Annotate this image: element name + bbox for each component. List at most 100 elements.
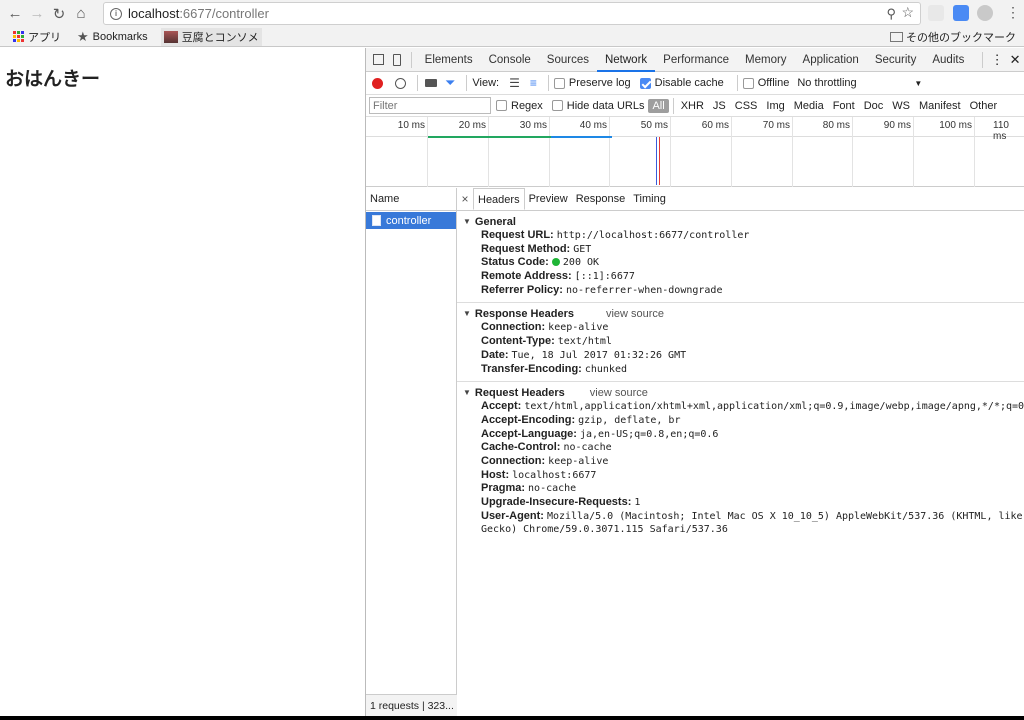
tab-preview[interactable]: Preview [525,188,572,210]
tab-audits[interactable]: Audits [924,48,972,72]
filter-type-css[interactable]: CSS [731,99,762,113]
request-headers-title[interactable]: ▼ Request Headers view source [463,385,1024,400]
header-value: no-referrer-when-downgrade [565,284,723,296]
response-headers-title[interactable]: ▼ Response Headers view source [463,306,1024,321]
close-details-icon[interactable]: × [457,192,473,206]
header-key: Pragma: [481,482,526,495]
zoom-icon[interactable]: ⚲ [886,6,896,22]
timeline-tick: 40 ms [579,120,607,131]
header-row: Remote Address: [::1]:6677 [463,270,1024,284]
header-value: chunked [584,363,627,375]
header-row: Accept-Encoding: gzip, deflate, br [463,414,1024,428]
header-key: Request URL: [481,229,554,241]
header-value: keep-alive [548,455,609,467]
tab-memory[interactable]: Memory [737,48,795,72]
tab-network[interactable]: Network [596,48,656,72]
record-icon[interactable] [372,77,383,89]
offline-label: Offline [757,77,790,89]
tab-response[interactable]: Response [572,188,630,210]
devtools-tabbar: Elements Console Sources Network Perform… [366,48,1024,72]
forward-arrow-icon[interactable]: → [26,3,48,25]
expand-triangle-icon: ▼ [463,217,471,226]
header-row: Pragma: no-cache [463,482,1024,496]
filter-type-manifest[interactable]: Manifest [915,99,965,113]
preserve-log-checkbox[interactable] [553,77,565,89]
timeline-tick: 90 ms [883,120,911,131]
request-headers-section: ▼ Request Headers view source Accept: text/… [457,382,1024,542]
regex-checkbox[interactable] [496,100,507,111]
extension-icon[interactable] [977,5,993,21]
header-value: ja,en-US;q=0.8,en;q=0.6 [579,428,719,440]
clear-icon[interactable] [395,77,406,89]
tab-timing[interactable]: Timing [629,188,670,210]
bookmark-label: Bookmarks [92,30,148,43]
filter-type-img[interactable]: Img [762,99,788,113]
hide-data-urls-checkbox[interactable] [551,100,563,111]
header-row: Host: localhost:6677 [463,469,1024,483]
view-source-link[interactable]: view source [606,308,664,320]
filter-type-media[interactable]: Media [790,99,828,113]
divider [672,97,674,114]
other-bookmarks[interactable]: その他のブックマーク [890,28,1016,46]
browser-toolbar: ← → ↻ ⌂ i localhost:6677/controller ⚲ ☆ … [0,0,1024,27]
home-icon[interactable]: ⌂ [70,3,92,25]
timeline-tick: 10 ms [397,120,425,131]
filter-input[interactable] [369,97,491,114]
device-toolbar-icon[interactable] [388,48,406,72]
bookmarks-bar: アプリ ★ Bookmarks 豆腐とコンソメ その他のブックマーク [0,27,1024,47]
kebab-menu-icon[interactable]: ⋮ [988,48,1006,72]
filter-type-doc[interactable]: Doc [860,99,888,113]
large-rows-icon[interactable]: ☰ [509,76,520,90]
disable-cache-checkbox[interactable] [639,77,651,89]
reload-icon[interactable]: ↻ [48,3,70,25]
back-arrow-icon[interactable]: ← [4,3,26,25]
waterfall-overview-icon[interactable]: ≡ [530,76,537,90]
network-overview-timeline[interactable]: 10 ms 20 ms 30 ms 40 ms 50 ms 60 ms 70 m… [366,117,1024,187]
capture-screenshots-icon[interactable] [425,79,437,87]
extension-icon[interactable] [953,5,969,21]
view-source-link[interactable]: view source [590,387,648,399]
timeline-gridline [488,117,489,187]
extension-icon[interactable] [928,5,944,21]
expand-triangle-icon: ▼ [463,388,471,398]
filter-type-js[interactable]: JS [709,99,730,113]
header-key: Upgrade-Insecure-Requests: [481,496,632,508]
filter-type-xhr[interactable]: XHR [677,99,708,113]
tab-performance[interactable]: Performance [655,48,737,72]
header-key: Accept-Language: [481,427,577,440]
divider [466,75,468,91]
throttling-select[interactable]: No throttling ▼ [797,77,922,89]
filter-type-other[interactable]: Other [966,99,1002,113]
inspect-element-icon[interactable] [370,48,388,72]
tab-headers[interactable]: Headers [473,188,525,210]
document-icon [372,215,381,226]
bookmark-apps[interactable]: アプリ [10,28,64,46]
header-key: Host: [481,468,510,481]
general-section-title[interactable]: ▼ General [463,214,1024,229]
header-row: Accept-Language: ja,en-US;q=0.8,en;q=0.6 [463,428,1024,442]
disable-cache-label: Disable cache [654,77,724,89]
filter-funnel-icon[interactable]: ⏷ [445,75,455,91]
favicon-image [163,30,178,43]
tab-security[interactable]: Security [867,48,925,72]
tab-application[interactable]: Application [795,48,867,72]
filter-type-ws[interactable]: WS [888,99,914,113]
filter-type-font[interactable]: Font [829,99,859,113]
tab-console[interactable]: Console [481,48,539,72]
name-column-header[interactable]: Name [366,188,456,211]
request-row[interactable]: controller [366,212,456,229]
menu-kebab-icon[interactable]: ⋮ [1006,4,1020,21]
filter-type-all[interactable]: All [648,98,669,113]
star-bookmark-icon[interactable]: ☆ [901,4,914,21]
header-value: localhost:6677 [512,469,597,481]
header-row: Status Code: 200 OK [463,256,1024,270]
header-row: Request URL: http://localhost:6677/contro… [463,229,1024,243]
header-row: Connection: keep-alive [463,455,1024,469]
tab-elements[interactable]: Elements [417,48,481,72]
tab-sources[interactable]: Sources [539,48,597,72]
offline-checkbox[interactable] [742,77,754,89]
bookmark-tofu[interactable]: 豆腐とコンソメ [160,27,262,46]
address-bar[interactable]: i localhost:6677/controller ⚲ ☆ [103,2,921,25]
bookmark-bookmarks[interactable]: ★ Bookmarks [74,28,151,46]
close-icon[interactable]: ✕ [1006,48,1024,72]
